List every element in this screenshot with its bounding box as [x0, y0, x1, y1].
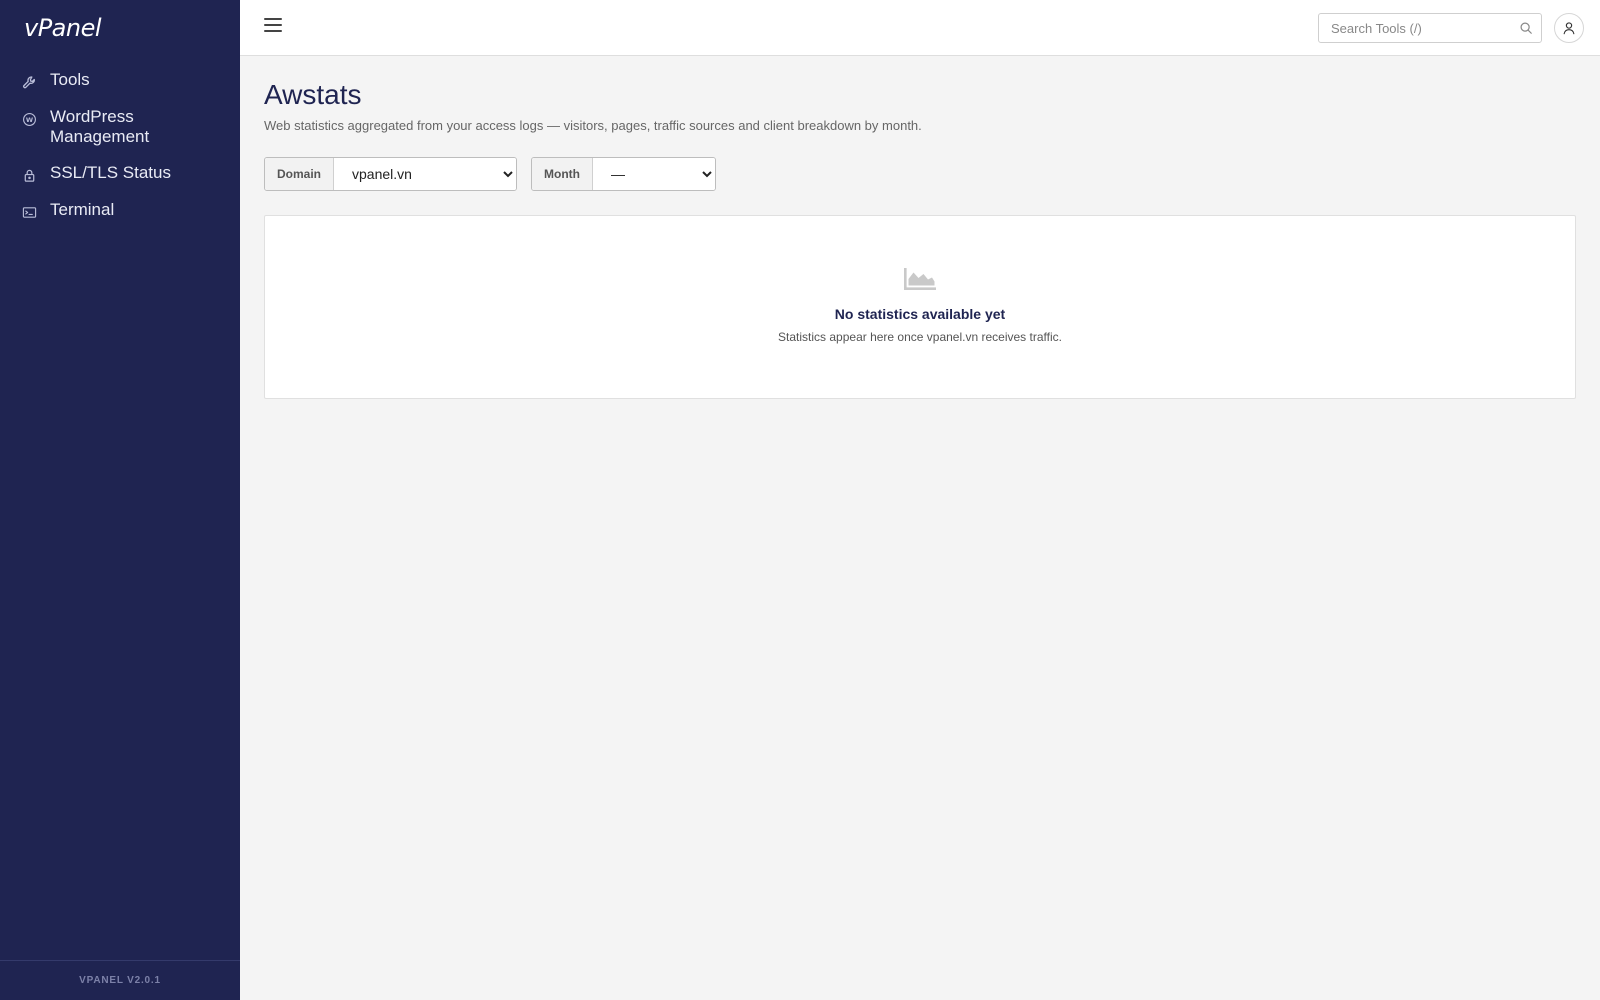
svg-text:W: W	[25, 115, 33, 123]
search-icon[interactable]	[1519, 21, 1533, 35]
domain-filter: Domain vpanel.vn	[264, 157, 518, 191]
empty-state-title: No statistics available yet	[834, 306, 1006, 322]
search-box	[1318, 13, 1542, 43]
empty-state-text: Statistics appear here once vpanel.vn re…	[778, 330, 1062, 344]
sidebar-item-label: Terminal	[50, 200, 115, 219]
sidebar-item-wordpress-management[interactable]: W WordPress Management	[0, 99, 240, 155]
filter-bar: Domain vpanel.vn Month —	[264, 157, 1576, 191]
sidebar-item-terminal[interactable]: Terminal	[0, 192, 240, 229]
user-menu-button[interactable]	[1554, 13, 1584, 43]
terminal-icon	[20, 203, 38, 221]
month-filter: Month —	[531, 157, 716, 191]
sidebar-item-tools[interactable]: Tools	[0, 62, 240, 99]
statistics-panel: No statistics available yet Statistics a…	[264, 215, 1576, 399]
sidebar-nav: Tools W WordPress Management SSL/TLS Sta…	[0, 62, 240, 229]
sidebar-item-label: SSL/TLS Status	[50, 163, 171, 182]
main-content: Awstats Web statistics aggregated from y…	[264, 56, 1576, 399]
sidebar-item-label: Tools	[50, 70, 90, 89]
page-title: Awstats	[264, 79, 362, 110]
wrench-icon	[20, 73, 38, 91]
sidebar-item-ssl-tls-status[interactable]: SSL/TLS Status	[0, 155, 240, 192]
domain-select[interactable]: vpanel.vn	[334, 158, 517, 190]
area-chart-icon	[904, 268, 936, 290]
sidebar-item-label: WordPress Management	[50, 107, 150, 146]
sidebar: vPanel Tools W WordPress Management SSL/…	[0, 0, 240, 1000]
lock-icon	[20, 166, 38, 184]
wordpress-icon: W	[20, 110, 38, 128]
page-description: Web statistics aggregated from your acce…	[264, 118, 922, 133]
month-filter-label: Month	[532, 158, 593, 190]
domain-filter-label: Domain	[265, 158, 335, 190]
vpanel-logo[interactable]: vPanel	[24, 14, 102, 42]
user-icon	[1563, 22, 1575, 35]
month-select[interactable]: —	[593, 158, 715, 190]
top-header	[240, 0, 1600, 56]
search-input[interactable]	[1319, 14, 1541, 42]
menu-icon[interactable]	[264, 18, 282, 36]
version-label: VPANEL V2.0.1	[0, 960, 240, 1000]
